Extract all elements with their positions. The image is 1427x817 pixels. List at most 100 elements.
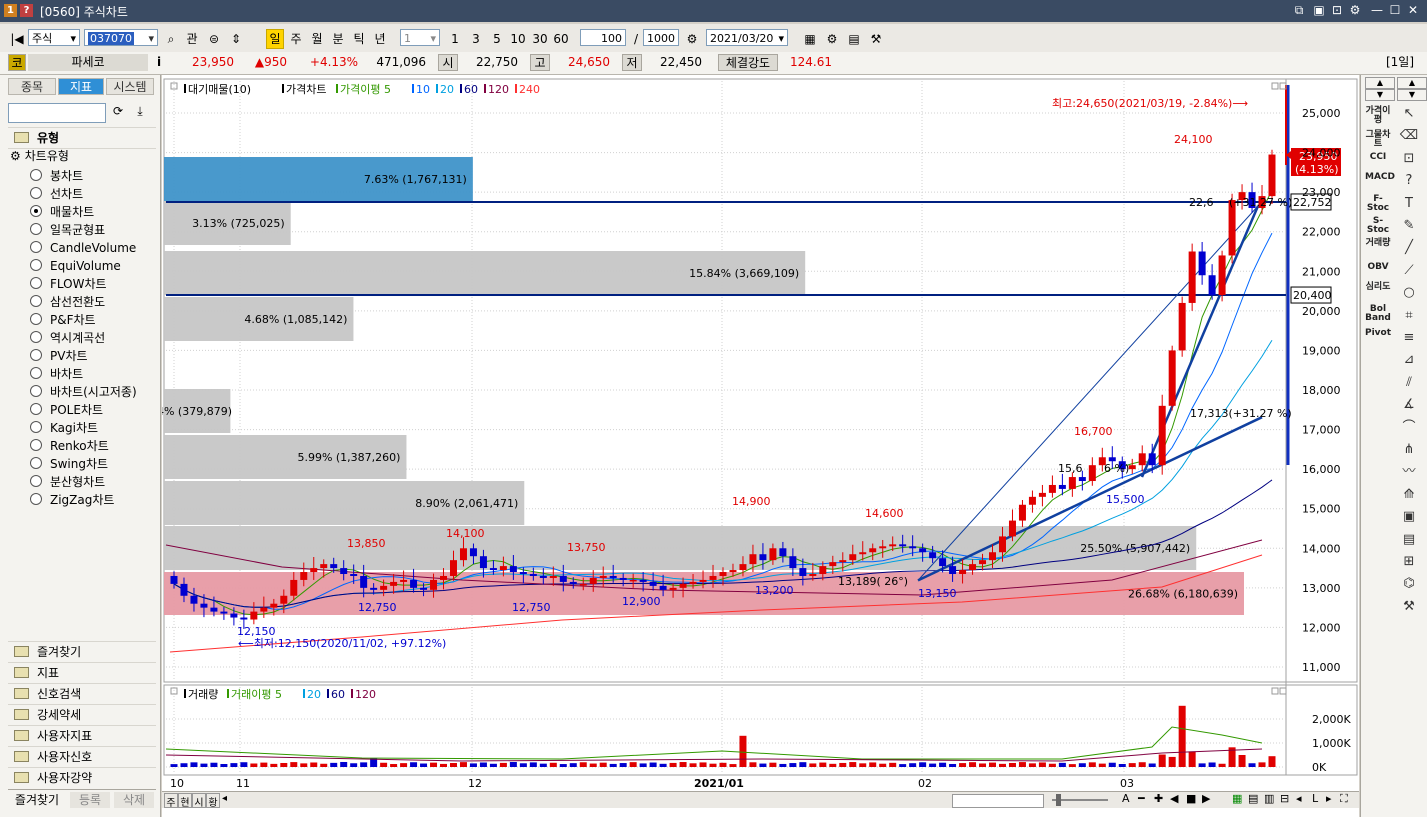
indicator-shortcut[interactable]: Bol Band — [1365, 305, 1391, 323]
minute-30[interactable]: 30 — [530, 29, 550, 49]
radio-icon[interactable] — [30, 169, 42, 181]
radio-icon[interactable] — [30, 421, 42, 433]
status-tab-market[interactable]: 시 — [192, 793, 206, 809]
speed-line-icon[interactable]: ∡ — [1399, 396, 1419, 414]
chart-type-item[interactable]: 분산형차트 — [30, 473, 105, 491]
chart-settings-icon[interactable]: ⚙ — [822, 29, 842, 49]
display-count-input[interactable]: 100 — [580, 29, 626, 46]
radio-icon[interactable] — [30, 187, 42, 199]
tab-favorites[interactable]: 즐겨찾기 — [8, 792, 66, 808]
radio-icon[interactable] — [30, 241, 42, 253]
chart-type-item[interactable]: Kagi차트 — [30, 419, 98, 437]
period-unit-select[interactable]: 1 ▾ — [400, 29, 440, 46]
period-tick[interactable]: 틱 — [350, 29, 368, 49]
download-icon[interactable]: ⤓ — [132, 104, 148, 120]
radio-icon[interactable] — [30, 385, 42, 397]
window-icon[interactable]: ▣ — [1399, 508, 1419, 526]
folder-item[interactable]: 사용자신호 — [8, 746, 156, 767]
chart-type-icon[interactable]: ▦ — [800, 29, 820, 49]
status-tab-current[interactable]: 현 — [178, 793, 192, 809]
tab-stock[interactable]: 종목 — [8, 78, 56, 95]
indicator-shortcut[interactable]: 그물차트 — [1365, 131, 1391, 149]
minute-10[interactable]: 10 — [508, 29, 528, 49]
pen-icon[interactable]: ✎ — [1399, 217, 1419, 235]
status-tab-status[interactable]: 황 — [206, 793, 220, 809]
indicator-shortcut[interactable]: OBV — [1365, 263, 1391, 272]
folder-item[interactable]: 지표 — [8, 662, 156, 683]
chart-type-item[interactable]: 역시계곡선 — [30, 329, 105, 347]
minute-60[interactable]: 60 — [551, 29, 571, 49]
radio-icon[interactable] — [30, 223, 42, 235]
radio-icon[interactable] — [30, 313, 42, 325]
radio-icon[interactable] — [30, 295, 42, 307]
stock-info-icon[interactable]: i — [152, 54, 166, 71]
chart-type-item[interactable]: 바차트(시고저종) — [30, 383, 137, 401]
chart-type-group[interactable]: ⚙ 차트유형 — [10, 147, 69, 165]
indicator-shortcut[interactable]: 심리도 — [1365, 283, 1391, 292]
help-icon[interactable]: ? — [1399, 172, 1419, 190]
chart-type-item[interactable]: 일목균형표 — [30, 221, 105, 239]
settings-gear-icon[interactable]: ⚙ — [1348, 3, 1362, 17]
period-year[interactable]: 년 — [371, 29, 389, 49]
radio-icon[interactable] — [30, 475, 42, 487]
gann-icon[interactable]: ⊿ — [1399, 351, 1419, 369]
chart-type-item[interactable]: ZigZag차트 — [30, 491, 114, 509]
folder-item[interactable]: 사용자강약 — [8, 767, 156, 788]
indicator-shortcut[interactable]: S-Stoc — [1365, 217, 1391, 235]
fullscreen-icon[interactable]: ⛶ — [1340, 792, 1348, 806]
chart-type-item[interactable]: Swing차트 — [30, 455, 108, 473]
date-input[interactable]: 2021/03/20 ▾ — [706, 29, 788, 46]
chart-type-item[interactable]: 봉차트 — [30, 167, 83, 185]
folder-item[interactable]: 즐겨찾기 — [8, 641, 156, 662]
radio-icon[interactable] — [30, 457, 42, 469]
refresh-icon[interactable]: ⟳ — [110, 104, 126, 120]
prev-stock-icon[interactable]: |◀ — [8, 29, 26, 49]
tool-scroll-up-icon[interactable]: ▲ — [1397, 77, 1427, 89]
arc-icon[interactable]: ⌒ — [1399, 419, 1419, 437]
chart-type-item[interactable]: 바차트 — [30, 365, 83, 383]
line-icon[interactable]: ╱ — [1399, 239, 1419, 257]
collapse-icon[interactable]: ◂ — [1296, 792, 1302, 805]
radio-icon[interactable] — [30, 403, 42, 415]
overlay-icon[interactable]: ⊟ — [1280, 792, 1289, 805]
minute-3[interactable]: 3 — [467, 29, 485, 49]
channel-icon[interactable]: ⫽ — [1399, 374, 1419, 392]
tool-scroll-down-icon[interactable]: ▼ — [1397, 89, 1427, 101]
select-all-icon[interactable]: ⊡ — [1399, 150, 1419, 168]
zoom-slider[interactable] — [1052, 794, 1108, 806]
indicator-shortcut[interactable]: 가격이평 — [1365, 107, 1391, 125]
chart-type-item[interactable]: EquiVolume — [30, 257, 121, 275]
lock-icon[interactable]: L — [1312, 792, 1318, 805]
stop-icon[interactable]: ■ — [1186, 792, 1196, 805]
close-icon[interactable]: ✕ — [1406, 3, 1420, 17]
save-screen-icon[interactable]: ⊡ — [1330, 3, 1344, 17]
layout-icon[interactable]: ▥ — [1264, 792, 1274, 805]
chart-type-item[interactable]: Renko차트 — [30, 437, 109, 455]
radio-icon[interactable] — [30, 277, 42, 289]
memo-icon[interactable]: ▤ — [1399, 531, 1419, 549]
chart-type-item[interactable]: 선차트 — [30, 185, 83, 203]
market-select[interactable]: 주식 ▾ — [28, 29, 80, 46]
zoom-in-icon[interactable]: ✚ — [1154, 792, 1163, 805]
maximize-icon[interactable]: ☐ — [1388, 3, 1402, 17]
scroll-up-icon[interactable]: ▲ — [1365, 77, 1395, 89]
period-week[interactable]: 주 — [287, 29, 305, 49]
help-icon[interactable]: ? — [20, 4, 33, 17]
screen-link-icon[interactable]: ⧉ — [1292, 3, 1306, 17]
total-count-input[interactable]: 1000 — [643, 29, 679, 46]
indicator-shortcut[interactable]: Pivot — [1365, 329, 1391, 338]
fibonacci-icon[interactable]: ≡ — [1399, 329, 1419, 347]
chart-type-item[interactable]: PV차트 — [30, 347, 88, 365]
text-tool-icon[interactable]: A — [1122, 792, 1130, 805]
chart-area[interactable]: 7.63% (1,767,131) 3.13% (725,025) 15.84% (… — [162, 75, 1359, 817]
wrench-icon[interactable]: ⚒ — [1399, 598, 1419, 616]
scroll-icon[interactable]: ⊜ — [204, 29, 224, 49]
wave-icon[interactable]: 〰 — [1399, 463, 1419, 481]
tab-indicator[interactable]: 지표 — [58, 78, 104, 95]
andrews-icon[interactable]: ⋔ — [1399, 441, 1419, 459]
chart-type-item[interactable]: P&F차트 — [30, 311, 96, 329]
chart-type-item[interactable]: CandleVolume — [30, 239, 136, 257]
radio-icon[interactable] — [30, 493, 42, 505]
period-month[interactable]: 월 — [308, 29, 326, 49]
zoom-out-icon[interactable]: ━ — [1138, 792, 1145, 805]
